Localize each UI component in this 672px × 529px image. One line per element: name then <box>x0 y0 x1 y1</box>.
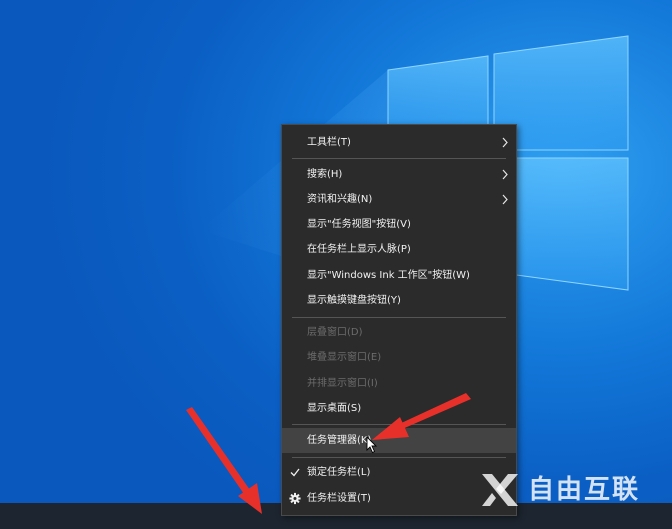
menu-item-cascade-windows: 层叠窗口(D) <box>282 320 516 345</box>
menu-separator <box>292 457 506 458</box>
menu-item-label: 搜索(H) <box>307 169 343 180</box>
watermark: 自由互联 <box>478 470 668 510</box>
menu-item-task-manager[interactable]: 任务管理器(K) <box>282 428 516 453</box>
menu-item-label: 并排显示窗口(I) <box>307 378 378 389</box>
x-logo-icon <box>482 474 518 506</box>
menu-item-label: 显示桌面(S) <box>307 403 362 414</box>
taskbar-context-menu: 工具栏(T) 搜索(H) 资讯和兴趣(N) 显示"任务视图"按钮(V) 在任务栏… <box>281 124 517 516</box>
menu-item-label: 层叠窗口(D) <box>307 327 363 338</box>
menu-item-show-desktop[interactable]: 显示桌面(S) <box>282 396 516 421</box>
menu-item-label: 显示"任务视图"按钮(V) <box>307 219 411 230</box>
menu-item-news-interests[interactable]: 资讯和兴趣(N) <box>282 187 516 212</box>
chevron-right-icon <box>502 169 508 180</box>
menu-item-label: 任务管理器(K) <box>307 435 372 446</box>
menu-item-label: 在任务栏上显示人脉(P) <box>307 244 411 255</box>
menu-item-label: 显示"Windows Ink 工作区"按钮(W) <box>307 270 470 281</box>
menu-separator <box>292 317 506 318</box>
menu-item-label: 显示触摸键盘按钮(Y) <box>307 295 401 306</box>
checkmark-icon <box>290 468 300 477</box>
chevron-right-icon <box>502 194 508 205</box>
watermark-text: 自由互联 <box>528 475 641 505</box>
gear-icon <box>289 492 301 505</box>
menu-item-show-windows-ink-button[interactable]: 显示"Windows Ink 工作区"按钮(W) <box>282 263 516 288</box>
menu-item-label: 资讯和兴趣(N) <box>307 194 373 205</box>
menu-item-label: 锁定任务栏(L) <box>307 467 371 478</box>
menu-item-show-task-view-button[interactable]: 显示"任务视图"按钮(V) <box>282 212 516 237</box>
mouse-cursor-icon <box>366 436 378 454</box>
menu-item-side-by-side-windows: 并排显示窗口(I) <box>282 371 516 396</box>
menu-item-stack-windows: 堆叠显示窗口(E) <box>282 345 516 370</box>
menu-item-label: 堆叠显示窗口(E) <box>307 352 382 363</box>
menu-item-label: 工具栏(T) <box>307 137 351 148</box>
menu-item-show-people[interactable]: 在任务栏上显示人脉(P) <box>282 237 516 262</box>
menu-separator <box>292 158 506 159</box>
menu-item-label: 任务栏设置(T) <box>307 493 371 504</box>
menu-item-search[interactable]: 搜索(H) <box>282 162 516 187</box>
menu-item-toolbars[interactable]: 工具栏(T) <box>282 130 516 155</box>
menu-item-show-touch-keyboard-button[interactable]: 显示触摸键盘按钮(Y) <box>282 288 516 313</box>
menu-separator <box>292 424 506 425</box>
chevron-right-icon <box>502 137 508 148</box>
